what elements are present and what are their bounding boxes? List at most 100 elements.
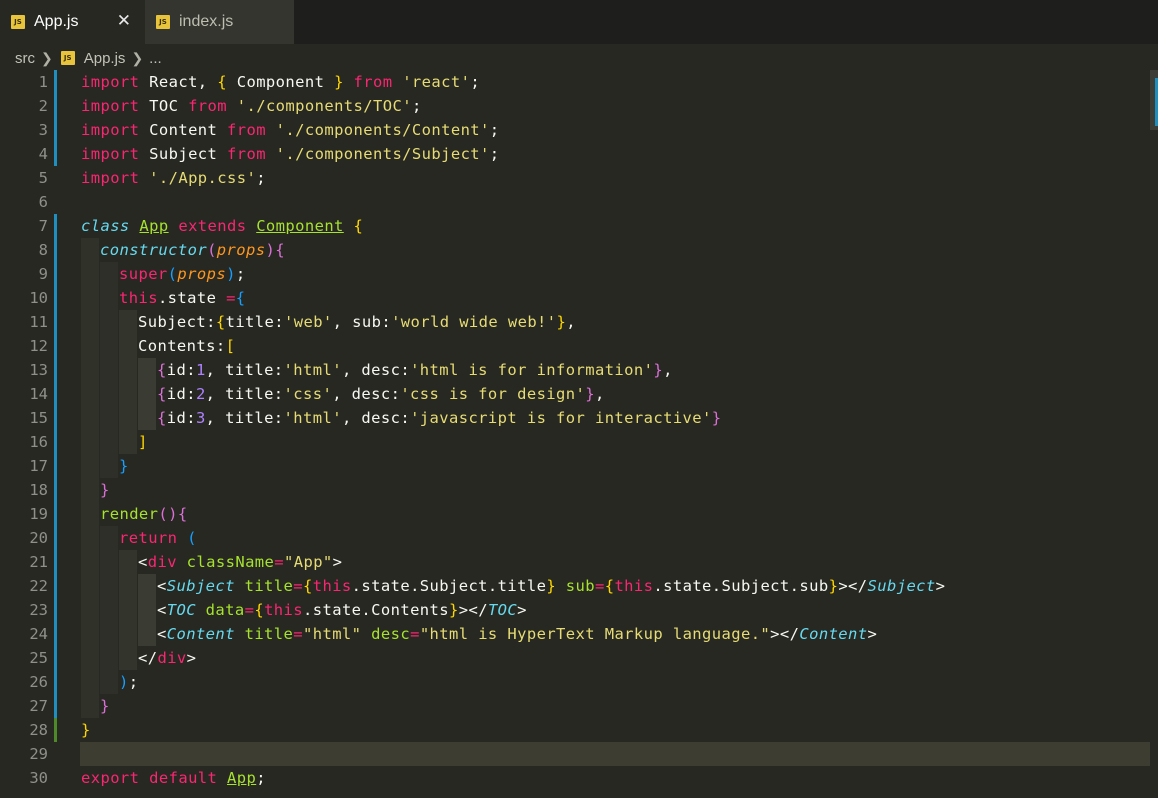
gutter-modified-marker xyxy=(54,430,57,454)
indent-guide xyxy=(100,430,118,454)
code-text: } xyxy=(100,481,110,499)
gutter-modified-marker xyxy=(54,382,57,406)
indent-guide xyxy=(100,622,118,646)
line-number: 20 xyxy=(29,529,48,547)
line-number: 18 xyxy=(29,481,48,499)
line-number: 4 xyxy=(38,145,48,163)
code-line: 3 import Content from './components/Cont… xyxy=(0,118,1150,142)
code-text: <div className="App"> xyxy=(138,553,343,571)
chevron-right-icon: ❯ xyxy=(131,49,144,66)
indent-guide xyxy=(81,406,99,430)
line-number: 30 xyxy=(29,769,48,787)
code-line: 11 Subject:{title:'web', sub:'world wide… xyxy=(0,310,1150,334)
code-line: 9 super(props); xyxy=(0,262,1150,286)
gutter-modified-marker xyxy=(54,118,57,142)
code-line: 16 ] xyxy=(0,430,1150,454)
indent-guide xyxy=(138,406,156,430)
gutter-modified-marker xyxy=(54,694,57,718)
gutter-modified-marker xyxy=(54,238,57,262)
indent-guide xyxy=(81,550,99,574)
line-number: 29 xyxy=(29,745,48,763)
code-line: 17 } xyxy=(0,454,1150,478)
indent-guide xyxy=(100,262,118,286)
gutter-modified-marker xyxy=(54,478,57,502)
tab-index-js[interactable]: JS index.js xyxy=(145,0,294,44)
code-line: 15 {id:3, title:'html', desc:'javascript… xyxy=(0,406,1150,430)
code-line: 22 <Subject title={this.state.Subject.ti… xyxy=(0,574,1150,598)
line-number: 10 xyxy=(29,289,48,307)
code-text: {id:1, title:'html', desc:'html is for i… xyxy=(157,361,673,379)
chevron-right-icon: ❯ xyxy=(41,49,53,66)
line-number: 26 xyxy=(29,673,48,691)
gutter-modified-marker xyxy=(54,406,57,430)
breadcrumb: src ❯ JS App.js ❯ ... xyxy=(0,44,1158,72)
close-icon[interactable]: ✕ xyxy=(117,10,131,32)
indent-guide xyxy=(138,358,156,382)
code-text: {id:2, title:'css', desc:'css is for des… xyxy=(157,385,605,403)
indent-guide xyxy=(119,574,137,598)
code-line: 24 <Content title="html" desc="html is H… xyxy=(0,622,1150,646)
code-line: 12 Contents:[ xyxy=(0,334,1150,358)
code-text: render(){ xyxy=(100,505,188,523)
gutter-modified-marker xyxy=(54,358,57,382)
tab-bar: JS App.js ✕ JS index.js xyxy=(0,0,1158,44)
code-line: 30 export default App; xyxy=(0,766,1150,790)
indent-guide xyxy=(81,574,99,598)
gutter-modified-marker xyxy=(54,550,57,574)
line-number: 25 xyxy=(29,649,48,667)
indent-guide xyxy=(119,622,137,646)
indent-guide xyxy=(100,598,118,622)
indent-guide xyxy=(100,526,118,550)
indent-guide xyxy=(81,526,99,550)
line-number: 1 xyxy=(38,73,48,91)
code-text: Subject:{title:'web', sub:'world wide we… xyxy=(138,313,576,331)
code-text: super(props); xyxy=(119,265,246,283)
code-line: 4 import Subject from './components/Subj… xyxy=(0,142,1150,166)
line-number: 27 xyxy=(29,697,48,715)
code-line: 18 } xyxy=(0,478,1150,502)
gutter-modified-marker xyxy=(54,598,57,622)
indent-guide xyxy=(81,358,99,382)
indent-guide xyxy=(119,430,137,454)
gutter-modified-marker xyxy=(54,214,57,238)
code-line: 8 constructor(props){ xyxy=(0,238,1150,262)
indent-guide xyxy=(100,286,118,310)
breadcrumb-folder[interactable]: src xyxy=(15,50,35,67)
code-text: import TOC from './components/TOC'; xyxy=(81,97,422,115)
line-number: 12 xyxy=(29,337,48,355)
gutter-modified-marker xyxy=(54,70,57,94)
gutter-added-marker xyxy=(54,718,57,742)
code-line: 2 import TOC from './components/TOC'; xyxy=(0,94,1150,118)
code-text: import Subject from './components/Subjec… xyxy=(81,145,500,163)
code-line: 23 <TOC data={this.state.Contents}></TOC… xyxy=(0,598,1150,622)
line-number: 13 xyxy=(29,361,48,379)
indent-guide xyxy=(81,502,99,526)
tab-label: App.js xyxy=(34,13,79,30)
code-text: ); xyxy=(119,673,139,691)
code-text: } xyxy=(119,457,129,475)
tab-app-js[interactable]: JS App.js ✕ xyxy=(0,0,145,44)
gutter-modified-marker xyxy=(54,646,57,670)
code-text: } xyxy=(100,697,110,715)
code-text: } xyxy=(81,721,91,739)
js-file-icon: JS xyxy=(60,51,75,65)
code-line: 26 ); xyxy=(0,670,1150,694)
gutter-modified-marker xyxy=(54,454,57,478)
line-number: 8 xyxy=(38,241,48,259)
line-number: 3 xyxy=(38,121,48,139)
line-number: 19 xyxy=(29,505,48,523)
indent-guide xyxy=(100,310,118,334)
js-file-icon: JS xyxy=(156,15,170,29)
indent-guide xyxy=(81,622,99,646)
breadcrumb-file[interactable]: App.js xyxy=(84,50,126,67)
code-editor[interactable]: 1 import React, { Component } from 'reac… xyxy=(0,70,1158,798)
code-text: {id:3, title:'html', desc:'javascript is… xyxy=(157,409,722,427)
indent-guide xyxy=(119,382,137,406)
code-line: 29 xyxy=(0,742,1150,766)
indent-guide xyxy=(119,598,137,622)
indent-guide xyxy=(100,574,118,598)
indent-guide xyxy=(81,238,99,262)
code-text: class App extends Component { xyxy=(81,217,364,235)
line-number: 15 xyxy=(29,409,48,427)
breadcrumb-more[interactable]: ... xyxy=(149,50,162,67)
